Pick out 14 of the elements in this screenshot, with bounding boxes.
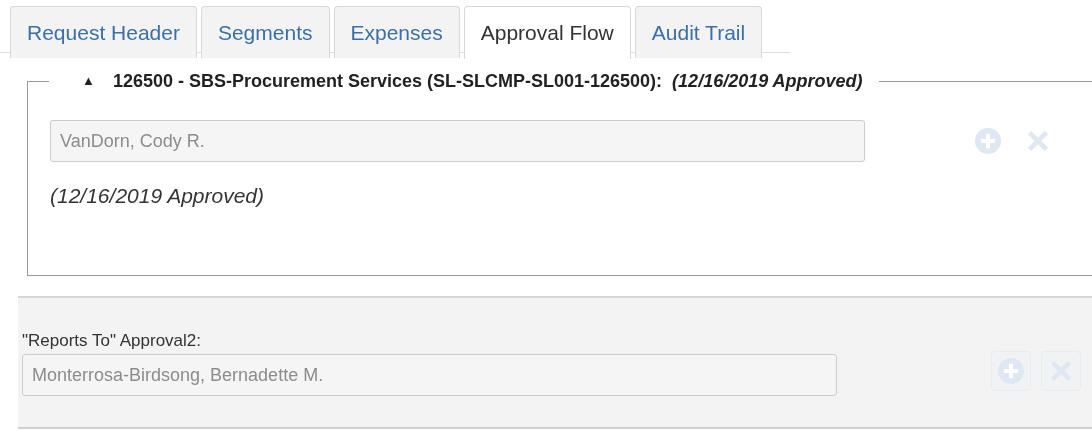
field-label: "Reports To" Approval2: xyxy=(22,331,203,351)
approval-status: (12/16/2019 Approved) xyxy=(50,184,266,208)
add-icon xyxy=(998,358,1024,384)
tab[interactable]: Audit Trail xyxy=(634,6,763,58)
tab[interactable]: Approval Flow xyxy=(463,6,631,59)
group-status: (12/16/2019 Approved) xyxy=(672,70,863,92)
remove-icon[interactable] xyxy=(1025,128,1051,154)
tab[interactable]: Expenses xyxy=(333,6,460,58)
collapse-toggle[interactable]: ▲ xyxy=(82,70,95,92)
tab[interactable]: Segments xyxy=(200,6,330,58)
add-icon[interactable] xyxy=(975,128,1001,154)
tab[interactable]: Request Header xyxy=(10,6,197,58)
add-button[interactable] xyxy=(991,351,1031,391)
group-title: 126500 - SBS-Procurement Services (SL-SLCMP-SL001-126500): xyxy=(112,70,663,92)
